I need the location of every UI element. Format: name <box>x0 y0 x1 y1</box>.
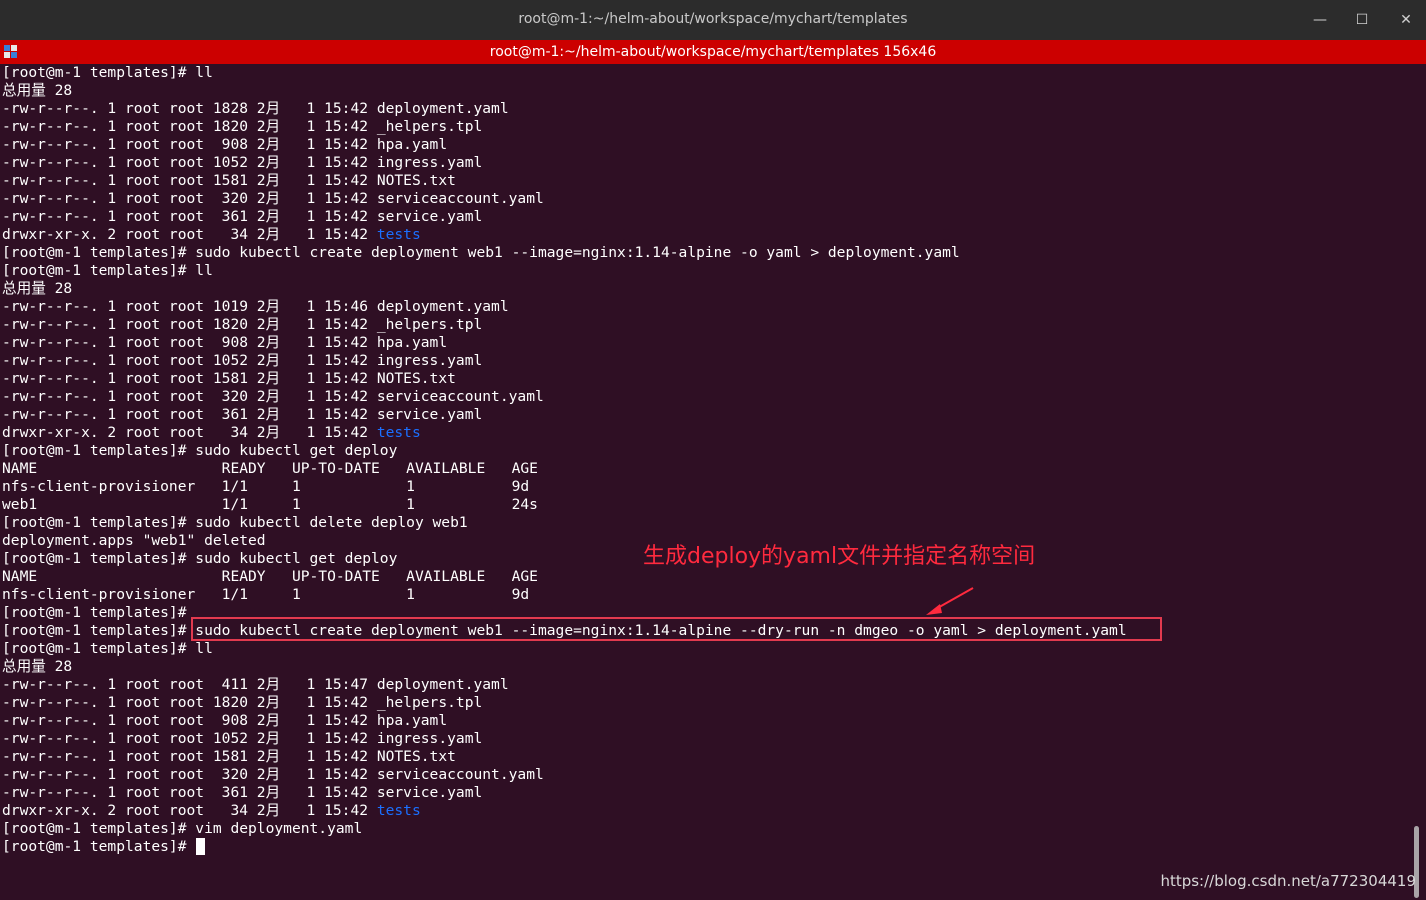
terminal-line: nfs-client-provisioner 1/1 1 1 9d <box>2 586 1410 604</box>
terminal-line: drwxr-xr-x. 2 root root 34 2月 1 15:42 te… <box>2 226 1410 244</box>
terminal-line-text: -rw-r--r--. 1 root root 361 2月 1 15:42 s… <box>2 406 483 423</box>
terminal-line-text: web1 1/1 1 1 24s <box>2 496 538 513</box>
terminal-line: -rw-r--r--. 1 root root 320 2月 1 15:42 s… <box>2 766 1410 784</box>
terminal-line: -rw-r--r--. 1 root root 908 2月 1 15:42 h… <box>2 712 1410 730</box>
close-button[interactable]: ✕ <box>1392 8 1420 32</box>
terminal-line-text: drwxr-xr-x. 2 root root 34 2月 1 15:42 <box>2 802 377 819</box>
terminal-line-text: [root@m-1 templates]# ll <box>2 640 213 657</box>
annotation-label: 生成deploy的yaml文件并指定名称空间 <box>643 544 1036 569</box>
terminal-line-text: [root@m-1 templates]# sudo kubectl get d… <box>2 550 398 567</box>
terminal-line: -rw-r--r--. 1 root root 320 2月 1 15:42 s… <box>2 388 1410 406</box>
terminal-line-text: [root@m-1 templates]# vim deployment.yam… <box>2 820 363 837</box>
terminal-line: [root@m-1 templates]# <box>2 838 1410 856</box>
terminal-line-text: -rw-r--r--. 1 root root 1581 2月 1 15:42 … <box>2 748 456 765</box>
terminal-line-text: -rw-r--r--. 1 root root 361 2月 1 15:42 s… <box>2 208 483 225</box>
terminal-line-text: [root@m-1 templates]# ll <box>2 64 213 81</box>
terminal-line: -rw-r--r--. 1 root root 1581 2月 1 15:42 … <box>2 748 1410 766</box>
terminal-line-text: [root@m-1 templates]# ll <box>2 262 213 279</box>
terminal-line-text: NAME READY UP-TO-DATE AVAILABLE AGE <box>2 568 538 585</box>
terminal-line-text: [root@m-1 templates]# sudo kubectl delet… <box>2 514 468 531</box>
terminal-line-text: -rw-r--r--. 1 root root 1581 2月 1 15:42 … <box>2 172 456 189</box>
terminal-line: -rw-r--r--. 1 root root 908 2月 1 15:42 h… <box>2 334 1410 352</box>
annotation-arrow-icon <box>926 587 974 615</box>
terminal-line: 总用量 28 <box>2 82 1410 100</box>
terminal-line: -rw-r--r--. 1 root root 908 2月 1 15:42 h… <box>2 136 1410 154</box>
terminal-line-text: -rw-r--r--. 1 root root 908 2月 1 15:42 h… <box>2 334 448 351</box>
terminal-line: -rw-r--r--. 1 root root 361 2月 1 15:42 s… <box>2 784 1410 802</box>
terminal-line-text: -rw-r--r--. 1 root root 908 2月 1 15:42 h… <box>2 712 448 729</box>
window-title: root@m-1:~/helm-about/workspace/mychart/… <box>518 11 908 27</box>
terminal-line: -rw-r--r--. 1 root root 1820 2月 1 15:42 … <box>2 316 1410 334</box>
terminal-line-text: NAME READY UP-TO-DATE AVAILABLE AGE <box>2 460 538 477</box>
terminal-line: [root@m-1 templates]# vim deployment.yam… <box>2 820 1410 838</box>
terminal-line-text: [root@m-1 templates]# <box>2 604 187 621</box>
maximize-button[interactable]: ☐ <box>1348 8 1376 32</box>
terminal-line-text: -rw-r--r--. 1 root root 411 2月 1 15:47 d… <box>2 676 509 693</box>
terminal-line-text: -rw-r--r--. 1 root root 320 2月 1 15:42 s… <box>2 766 544 783</box>
terminal-line-text: nfs-client-provisioner 1/1 1 1 9d <box>2 586 530 603</box>
terminal-line: -rw-r--r--. 1 root root 1828 2月 1 15:42 … <box>2 100 1410 118</box>
terminal-line: drwxr-xr-x. 2 root root 34 2月 1 15:42 te… <box>2 802 1410 820</box>
terminal-line-text: 总用量 28 <box>2 280 73 297</box>
terminal-line-text: [root@m-1 templates]# sudo kubectl get d… <box>2 442 398 459</box>
terminal-line: drwxr-xr-x. 2 root root 34 2月 1 15:42 te… <box>2 424 1410 442</box>
highlight-box <box>191 617 1162 641</box>
terminal-line: [root@m-1 templates]# sudo kubectl delet… <box>2 514 1410 532</box>
terminal-line: [root@m-1 templates]# ll <box>2 64 1410 82</box>
terminal-line-text: -rw-r--r--. 1 root root 1820 2月 1 15:42 … <box>2 316 483 333</box>
terminal-line-text: -rw-r--r--. 1 root root 1052 2月 1 15:42 … <box>2 154 483 171</box>
terminal-line-text: drwxr-xr-x. 2 root root 34 2月 1 15:42 <box>2 424 377 441</box>
directory-name: tests <box>376 226 421 243</box>
terminal-line: NAME READY UP-TO-DATE AVAILABLE AGE <box>2 568 1410 586</box>
terminal-line-text: nfs-client-provisioner 1/1 1 1 9d <box>2 478 530 495</box>
terminal-line: -rw-r--r--. 1 root root 1052 2月 1 15:42 … <box>2 352 1410 370</box>
terminal-line: -rw-r--r--. 1 root root 1820 2月 1 15:42 … <box>2 694 1410 712</box>
terminal-line-text: -rw-r--r--. 1 root root 320 2月 1 15:42 s… <box>2 190 544 207</box>
terminal-line-text: [root@m-1 templates]# sudo kubectl creat… <box>2 244 960 261</box>
terminal-line-text: drwxr-xr-x. 2 root root 34 2月 1 15:42 <box>2 226 377 243</box>
tab-title: root@m-1:~/helm-about/workspace/mychart/… <box>489 44 937 60</box>
text-cursor <box>196 838 206 855</box>
directory-name: tests <box>376 802 421 819</box>
terminal-line: web1 1/1 1 1 24s <box>2 496 1410 514</box>
terminal-line: -rw-r--r--. 1 root root 1052 2月 1 15:42 … <box>2 730 1410 748</box>
terminal-line: -rw-r--r--. 1 root root 411 2月 1 15:47 d… <box>2 676 1410 694</box>
terminal-line-text: -rw-r--r--. 1 root root 1052 2月 1 15:42 … <box>2 730 483 747</box>
minimize-button[interactable]: — <box>1306 8 1334 32</box>
terminal-line: NAME READY UP-TO-DATE AVAILABLE AGE <box>2 460 1410 478</box>
terminal-line-text: -rw-r--r--. 1 root root 1019 2月 1 15:46 … <box>2 298 509 315</box>
terminal-line-text: -rw-r--r--. 1 root root 1581 2月 1 15:42 … <box>2 370 456 387</box>
terminal-line: [root@m-1 templates]# sudo kubectl get d… <box>2 442 1410 460</box>
terminal-line-text: -rw-r--r--. 1 root root 1820 2月 1 15:42 … <box>2 118 483 135</box>
terminal-line-text: -rw-r--r--. 1 root root 1052 2月 1 15:42 … <box>2 352 483 369</box>
terminal-line: -rw-r--r--. 1 root root 361 2月 1 15:42 s… <box>2 406 1410 424</box>
terminal-line-text: -rw-r--r--. 1 root root 361 2月 1 15:42 s… <box>2 784 483 801</box>
terminal-line-text: deployment.apps "web1" deleted <box>2 532 266 549</box>
terminal-line: -rw-r--r--. 1 root root 1581 2月 1 15:42 … <box>2 172 1410 190</box>
terminal-line-text: [root@m-1 templates]# <box>2 838 196 855</box>
terminal-line: -rw-r--r--. 1 root root 1820 2月 1 15:42 … <box>2 118 1410 136</box>
terminal-line-text: -rw-r--r--. 1 root root 1828 2月 1 15:42 … <box>2 100 509 117</box>
terminal-line-text: -rw-r--r--. 1 root root 908 2月 1 15:42 h… <box>2 136 448 153</box>
terminal-line: -rw-r--r--. 1 root root 361 2月 1 15:42 s… <box>2 208 1410 226</box>
terminal-line: 总用量 28 <box>2 658 1410 676</box>
terminal-line: [root@m-1 templates]# ll <box>2 640 1410 658</box>
terminal-line: -rw-r--r--. 1 root root 1581 2月 1 15:42 … <box>2 370 1410 388</box>
window-titlebar[interactable]: root@m-1:~/helm-about/workspace/mychart/… <box>0 0 1426 40</box>
terminal-line: [root@m-1 templates]# ll <box>2 262 1410 280</box>
terminal-line-text: -rw-r--r--. 1 root root 320 2月 1 15:42 s… <box>2 388 544 405</box>
terminal-line: -rw-r--r--. 1 root root 1052 2月 1 15:42 … <box>2 154 1410 172</box>
watermark: https://blog.csdn.net/a772304419 <box>1160 872 1416 890</box>
terminal-line: [root@m-1 templates]# sudo kubectl creat… <box>2 244 1410 262</box>
terminal-line: -rw-r--r--. 1 root root 320 2月 1 15:42 s… <box>2 190 1410 208</box>
terminal-line-text: 总用量 28 <box>2 82 73 99</box>
terminal-output[interactable]: [root@m-1 templates]# ll 总用量 28 -rw-r--r--… <box>2 64 1410 900</box>
terminal-tab-bar[interactable]: root@m-1:~/helm-about/workspace/mychart/… <box>0 40 1426 64</box>
terminal-line-text: -rw-r--r--. 1 root root 1820 2月 1 15:42 … <box>2 694 483 711</box>
terminal-line: nfs-client-provisioner 1/1 1 1 9d <box>2 478 1410 496</box>
directory-name: tests <box>376 424 421 441</box>
terminal-line-text: 总用量 28 <box>2 658 73 675</box>
terminal-line: 总用量 28 <box>2 280 1410 298</box>
terminal-line: -rw-r--r--. 1 root root 1019 2月 1 15:46 … <box>2 298 1410 316</box>
